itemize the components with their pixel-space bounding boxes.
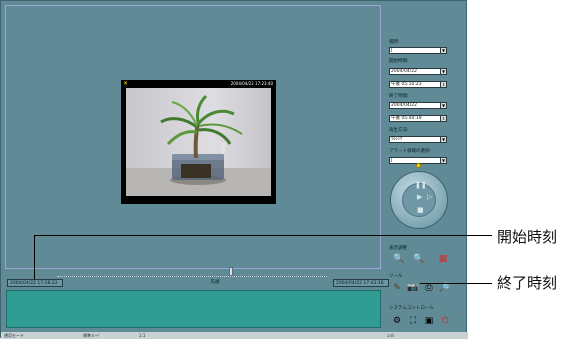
- timeline-start-time: 2004/04/22 17:18:22: [7, 279, 63, 287]
- end-time-value: 午後 05:40:19: [391, 116, 422, 121]
- play-icon[interactable]: ▶: [417, 194, 422, 201]
- start-date-value: 2004/04/22: [391, 69, 417, 74]
- magnifier-plus-icon[interactable]: 🔍: [393, 253, 405, 265]
- timeline-position-label: 先頭: [210, 280, 220, 285]
- camera-frame[interactable]: ✕ 2004/04/22 17:23:40: [121, 80, 276, 204]
- timeline-slider-thumb[interactable]: [229, 267, 233, 276]
- system-control-label: システムコントロール: [389, 306, 434, 311]
- frame-timestamp: 2004/04/22 17:23:40: [230, 81, 273, 86]
- chevron-down-icon[interactable]: ▼: [440, 68, 447, 75]
- settings-icon[interactable]: ⚙: [391, 315, 403, 327]
- app-window: ✕ 2004/04/22 17:23:40 2004/04/22 17:18:2…: [0, 0, 468, 339]
- start-time-value: 午後 05:10:23: [391, 82, 422, 87]
- corner-mark-icon: ✕: [123, 80, 129, 87]
- playmode-label: 再生方法:: [389, 128, 409, 133]
- alarm-area-label: アラート領域の選択:: [389, 149, 432, 154]
- camera-icon[interactable]: 📷: [407, 282, 419, 294]
- chevron-down-icon[interactable]: ▼: [440, 157, 447, 164]
- spinner-icon[interactable]: ⇕: [440, 115, 447, 122]
- start-time-field[interactable]: 午後 05:10:23 ⇕: [389, 81, 447, 88]
- chevron-down-icon[interactable]: ▼: [440, 102, 447, 109]
- end-date-field[interactable]: 2004/04/22 ▼: [389, 102, 447, 109]
- tools-label: ツール: [389, 274, 403, 279]
- end-time-callout-line: [420, 283, 492, 284]
- playback-dial[interactable]: ❚❚ ▶ ▷ ■: [390, 163, 448, 229]
- start-time-label: 開始時間:: [389, 59, 409, 64]
- step-forward-icon[interactable]: ▷: [427, 194, 432, 201]
- magnifier-minus-icon[interactable]: 🔍: [413, 253, 425, 265]
- plant-image: [126, 88, 271, 196]
- alarm-area-value: J: [391, 158, 393, 163]
- spinner-icon[interactable]: ⇕: [440, 81, 447, 88]
- display-adjust-label: 表示調整: [389, 246, 407, 251]
- network-icon[interactable]: ⛶: [407, 315, 419, 327]
- power-icon[interactable]: ⏻: [439, 315, 451, 327]
- display-adjust-toolbar: 🔍 🔍 ▦: [391, 253, 457, 267]
- start-date-field[interactable]: 2004/04/22 ▼: [389, 68, 447, 75]
- color-palette-icon[interactable]: ▦: [437, 253, 449, 265]
- system-toolbar: ⚙ ⛶ ▣ ⏻: [391, 315, 457, 329]
- end-time-callout: 終了時刻: [497, 274, 558, 292]
- event-list-panel[interactable]: [6, 290, 381, 328]
- video-viewer-area: ✕ 2004/04/22 17:23:40: [5, 5, 381, 269]
- monitor-icon[interactable]: ▣: [423, 315, 435, 327]
- pencil-icon[interactable]: ✎: [391, 282, 403, 294]
- location-label: 場所:: [389, 40, 400, 45]
- start-time-callout-tick: [34, 235, 35, 280]
- timeline-end-time: 2004/04/22 17:43:16: [333, 279, 389, 287]
- start-time-callout-line: [34, 235, 492, 236]
- location-select[interactable]: J ▼: [389, 47, 447, 54]
- tools-toolbar: ✎ 📷 ⎙ 🔎: [391, 282, 457, 296]
- chevron-down-icon[interactable]: ▼: [440, 47, 447, 54]
- playmode-select[interactable]: ﾜﾙﾚﾝｸﾞ ▼: [389, 136, 447, 143]
- chevron-down-icon[interactable]: ▼: [440, 136, 447, 143]
- start-time-callout: 開始時刻: [497, 228, 558, 246]
- stop-icon[interactable]: ■: [417, 207, 424, 214]
- playmode-value: ﾜﾙﾚﾝｸﾞ: [391, 137, 405, 142]
- frame-overlay: ✕ 2004/04/22 17:23:40: [121, 80, 276, 87]
- timeline: 2004/04/22 17:18:22 先頭 2004/04/22 17:43:…: [5, 267, 389, 289]
- status-led-icon: [416, 163, 421, 168]
- camera-image: [126, 88, 271, 196]
- timeline-track[interactable]: [57, 267, 327, 277]
- end-time-label: 終了時間:: [389, 94, 409, 99]
- end-time-field[interactable]: 午後 05:40:19 ⇕: [389, 115, 447, 122]
- pause-icon[interactable]: ❚❚: [415, 182, 427, 189]
- location-value: J: [391, 48, 393, 53]
- end-date-value: 2004/04/22: [391, 103, 417, 108]
